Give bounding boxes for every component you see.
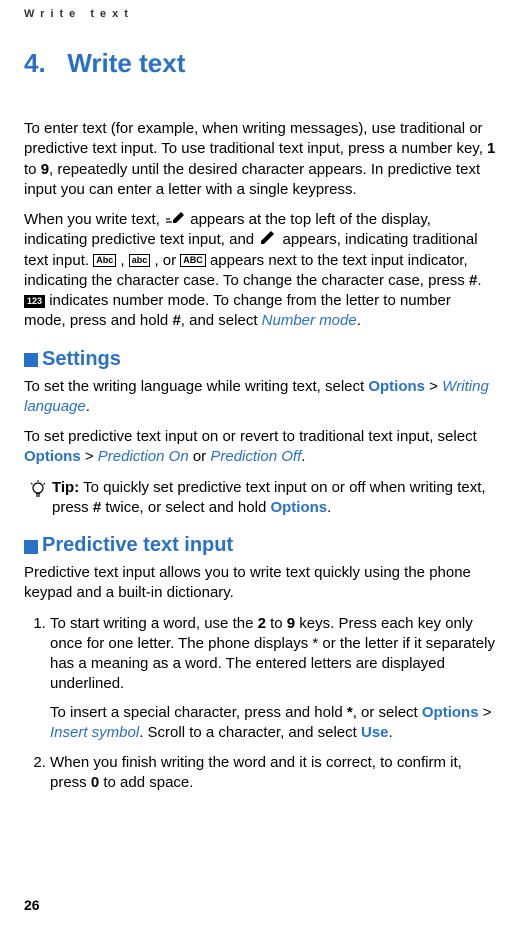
text: .: [327, 499, 331, 516]
text: .: [477, 272, 481, 289]
ui-options: Options: [270, 499, 327, 516]
text: , or select: [353, 704, 422, 721]
intro-paragraph-2: When you write text, appears at the top …: [24, 210, 496, 332]
list-item: To start writing a word, use the 2 to 9 …: [50, 614, 496, 744]
text: , and select: [181, 312, 262, 329]
abc-titlecase-icon: Abc: [93, 254, 116, 267]
text: .: [389, 724, 393, 741]
text: to add space.: [99, 774, 193, 791]
text: >: [479, 704, 492, 721]
traditional-input-icon: [258, 230, 278, 250]
predictive-intro: Predictive text input allows you to writ…: [24, 563, 496, 604]
text: >: [425, 378, 442, 395]
key-1: 1: [487, 140, 495, 157]
intro-paragraph-1: To enter text (for example, when writing…: [24, 119, 496, 200]
section-head-settings: Settings: [24, 348, 496, 371]
text: to: [266, 615, 287, 632]
tip-block: Tip: To quickly set predictive text inpu…: [24, 478, 496, 519]
text: ,: [120, 252, 128, 269]
square-bullet-icon: [24, 540, 38, 554]
tip-text: Tip: To quickly set predictive text inpu…: [52, 478, 496, 519]
key-9: 9: [41, 161, 49, 178]
tip-lightbulb-icon: [24, 478, 52, 507]
ui-insert-symbol: Insert symbol: [50, 724, 139, 741]
abc-lowercase-icon: abc: [129, 254, 151, 267]
ui-options: Options: [368, 378, 425, 395]
predictive-steps-list: To start writing a word, use the 2 to 9 …: [24, 614, 496, 794]
settings-paragraph-1: To set the writing language while writin…: [24, 377, 496, 418]
key-hash: #: [172, 312, 180, 329]
text: or: [189, 448, 211, 465]
text: .: [301, 448, 305, 465]
ui-prediction-off: Prediction Off: [210, 448, 301, 465]
section-head-predictive: Predictive text input: [24, 534, 496, 557]
key-0: 0: [91, 774, 99, 791]
chapter-name: Write text: [67, 48, 185, 78]
ui-use: Use: [361, 724, 389, 741]
key-9: 9: [287, 615, 295, 632]
abc-uppercase-icon: ABC: [180, 254, 206, 267]
text: .: [86, 398, 90, 415]
text: To start writing a word, use the: [50, 615, 258, 632]
section-title: Settings: [42, 348, 121, 371]
text: . Scroll to a character, and select: [139, 724, 361, 741]
text: to: [24, 161, 41, 178]
text: When you write text,: [24, 211, 164, 228]
text: >: [81, 448, 98, 465]
ui-prediction-on: Prediction On: [98, 448, 189, 465]
text: To set the writing language while writin…: [24, 378, 368, 395]
page-number: 26: [24, 897, 40, 913]
chapter-title: 4. Write text: [24, 48, 496, 79]
key-2: 2: [258, 615, 266, 632]
text: .: [357, 312, 361, 329]
text: To set predictive text input on or rever…: [24, 428, 477, 445]
text: , repeatedly until the desired character…: [24, 161, 480, 198]
key-hash: #: [93, 499, 101, 516]
square-bullet-icon: [24, 353, 38, 367]
running-head: Write text: [24, 8, 496, 20]
ui-number-mode: Number mode: [262, 312, 357, 329]
text: twice, or select and hold: [101, 499, 270, 516]
ui-options: Options: [24, 448, 81, 465]
ui-options: Options: [422, 704, 479, 721]
section-title: Predictive text input: [42, 534, 233, 557]
text: To enter text (for example, when writing…: [24, 120, 487, 157]
list-item: When you finish writing the word and it …: [50, 753, 496, 794]
tip-label: Tip:: [52, 479, 79, 496]
number-mode-icon: 123: [24, 295, 45, 308]
text: , or: [154, 252, 180, 269]
text: To insert a special character, press and…: [50, 704, 347, 721]
settings-paragraph-2: To set predictive text input on or rever…: [24, 427, 496, 468]
chapter-number: 4.: [24, 48, 46, 78]
predictive-input-icon: [164, 210, 186, 230]
sub-paragraph: To insert a special character, press and…: [50, 703, 496, 744]
